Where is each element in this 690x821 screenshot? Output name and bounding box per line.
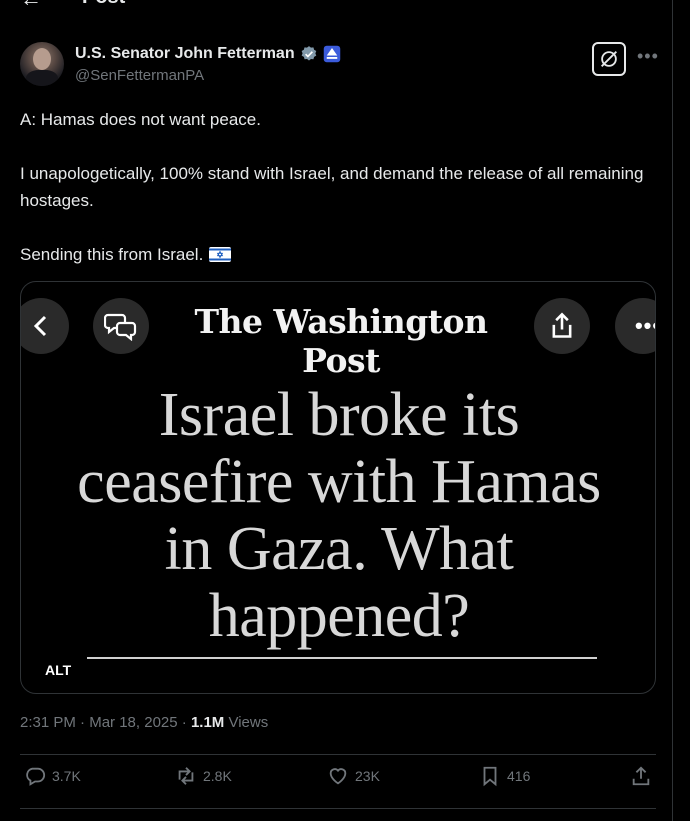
- headline-line: in Gaza. What: [164, 515, 514, 583]
- verified-badge-icon[interactable]: [300, 45, 318, 63]
- headline-line: Israel broke its: [158, 381, 520, 449]
- post-column: ← Post U.S. Senator John Fetterman @SenF…: [0, 0, 673, 821]
- author-handle[interactable]: @SenFettermanPA: [75, 67, 204, 84]
- reply-count: 3.7K: [52, 768, 81, 784]
- chevron-left-icon: [33, 315, 47, 337]
- repost-button[interactable]: 2.8K: [175, 765, 232, 787]
- arrow-left-icon[interactable]: ←: [20, 0, 42, 10]
- comments-icon: [104, 313, 137, 341]
- tweet-line-text: Sending this from Israel.: [20, 245, 204, 264]
- bookmark-count: 416: [507, 768, 531, 784]
- author-name[interactable]: U.S. Senator John Fetterman: [75, 45, 295, 63]
- share-icon: [552, 312, 572, 338]
- views-label: Views: [224, 714, 269, 731]
- action-bar: 3.7K 2.8K 23K 416: [20, 765, 660, 797]
- image-comments-button: [93, 298, 149, 354]
- more-dots-icon: •••: [634, 313, 655, 338]
- author-name-row: U.S. Senator John Fetterman: [75, 43, 341, 65]
- alt-badge[interactable]: ALT: [45, 662, 71, 678]
- grok-icon: [601, 51, 617, 67]
- like-button[interactable]: 23K: [327, 765, 380, 787]
- article-headline: Israel broke its ceasefire with Hamas in…: [21, 381, 655, 650]
- media-image[interactable]: The Washington Post ••• Israel broke its…: [20, 281, 656, 694]
- meta-separator: ·: [75, 714, 90, 731]
- headline-underline: [87, 657, 597, 659]
- image-more-button: •••: [615, 298, 655, 354]
- post-time[interactable]: 2:31 PM: [20, 714, 76, 731]
- image-back-button: [21, 298, 69, 354]
- share-button[interactable]: [630, 765, 652, 787]
- headline-line: happened?: [208, 582, 470, 650]
- tweet-line: I unapologetically, 100% stand with Isra…: [20, 164, 644, 210]
- headline-line: ceasefire with Hamas: [77, 448, 601, 516]
- tweet-line: A: Hamas does not want peace.: [20, 110, 261, 129]
- repost-count: 2.8K: [203, 768, 232, 784]
- israel-flag-icon: [209, 247, 232, 262]
- image-share-button: [534, 298, 590, 354]
- repost-icon: [178, 767, 194, 785]
- avatar[interactable]: [20, 42, 64, 86]
- publication-logo: The Washington Post: [194, 302, 488, 380]
- bookmark-icon: [483, 766, 497, 787]
- tweet-line: Sending this from Israel.: [20, 241, 660, 268]
- avatar-head: [33, 48, 51, 70]
- grok-button[interactable]: [592, 42, 626, 76]
- more-options-icon[interactable]: •••: [637, 46, 659, 67]
- heart-icon: [329, 768, 347, 785]
- government-badge-icon[interactable]: [323, 45, 341, 63]
- divider: [20, 754, 656, 755]
- views-count: 1.1M: [190, 714, 225, 731]
- share-icon: [632, 766, 650, 786]
- top-bar: ← Post: [0, 0, 672, 14]
- post-meta: 2:31 PM · Mar 18, 2025 · 1.1M Views: [20, 714, 268, 731]
- reply-icon: [26, 767, 46, 786]
- reply-button[interactable]: 3.7K: [24, 765, 81, 787]
- tweet-text: A: Hamas does not want peace. I unapolog…: [20, 106, 660, 268]
- divider: [20, 808, 656, 809]
- meta-separator: ·: [177, 714, 191, 731]
- avatar-body: [26, 70, 58, 86]
- post-date[interactable]: Mar 18, 2025: [89, 714, 177, 731]
- bookmark-button[interactable]: 416: [479, 765, 530, 787]
- like-count: 23K: [355, 768, 380, 784]
- page-title: Post: [82, 0, 125, 9]
